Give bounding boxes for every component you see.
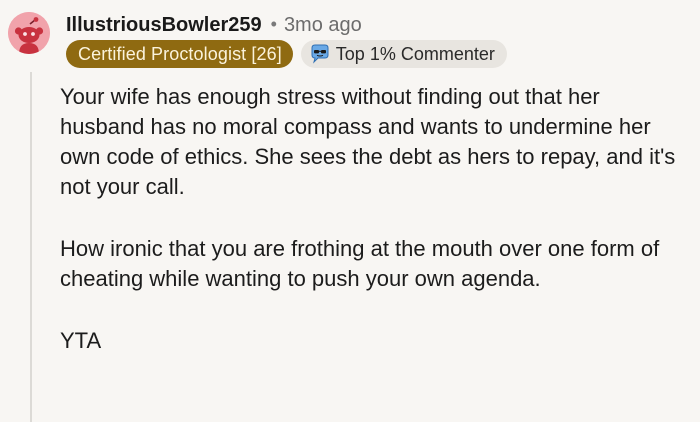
timestamp[interactable]: 3mo ago (284, 14, 362, 37)
top-commenter-badge[interactable]: Top 1% Commenter (300, 40, 507, 68)
thread-line[interactable] (30, 72, 32, 422)
comment-paragraph-1: Your wife has enough stress without find… (60, 84, 676, 199)
comment-body: Your wife has enough stress without find… (60, 82, 685, 388)
user-flair-badge: Certified Proctologist [26] (66, 40, 293, 68)
comment-paragraph-3: YTA (60, 328, 102, 353)
user-flairs: Certified Proctologist [26] Top 1% Comme… (66, 40, 507, 68)
comment-paragraph-2: How ironic that you are frothing at the … (60, 236, 660, 291)
comment: IllustriousBowler259 • 3mo ago Certified… (0, 0, 700, 422)
snoo-avatar-icon (8, 12, 50, 54)
comment-header: IllustriousBowler259 • 3mo ago (66, 10, 362, 40)
separator-dot: • (270, 13, 277, 34)
avatar[interactable] (8, 12, 50, 54)
username-link[interactable]: IllustriousBowler259 (66, 14, 262, 37)
top-commenter-badge-icon (309, 43, 331, 65)
top-commenter-label: Top 1% Commenter (335, 44, 495, 64)
